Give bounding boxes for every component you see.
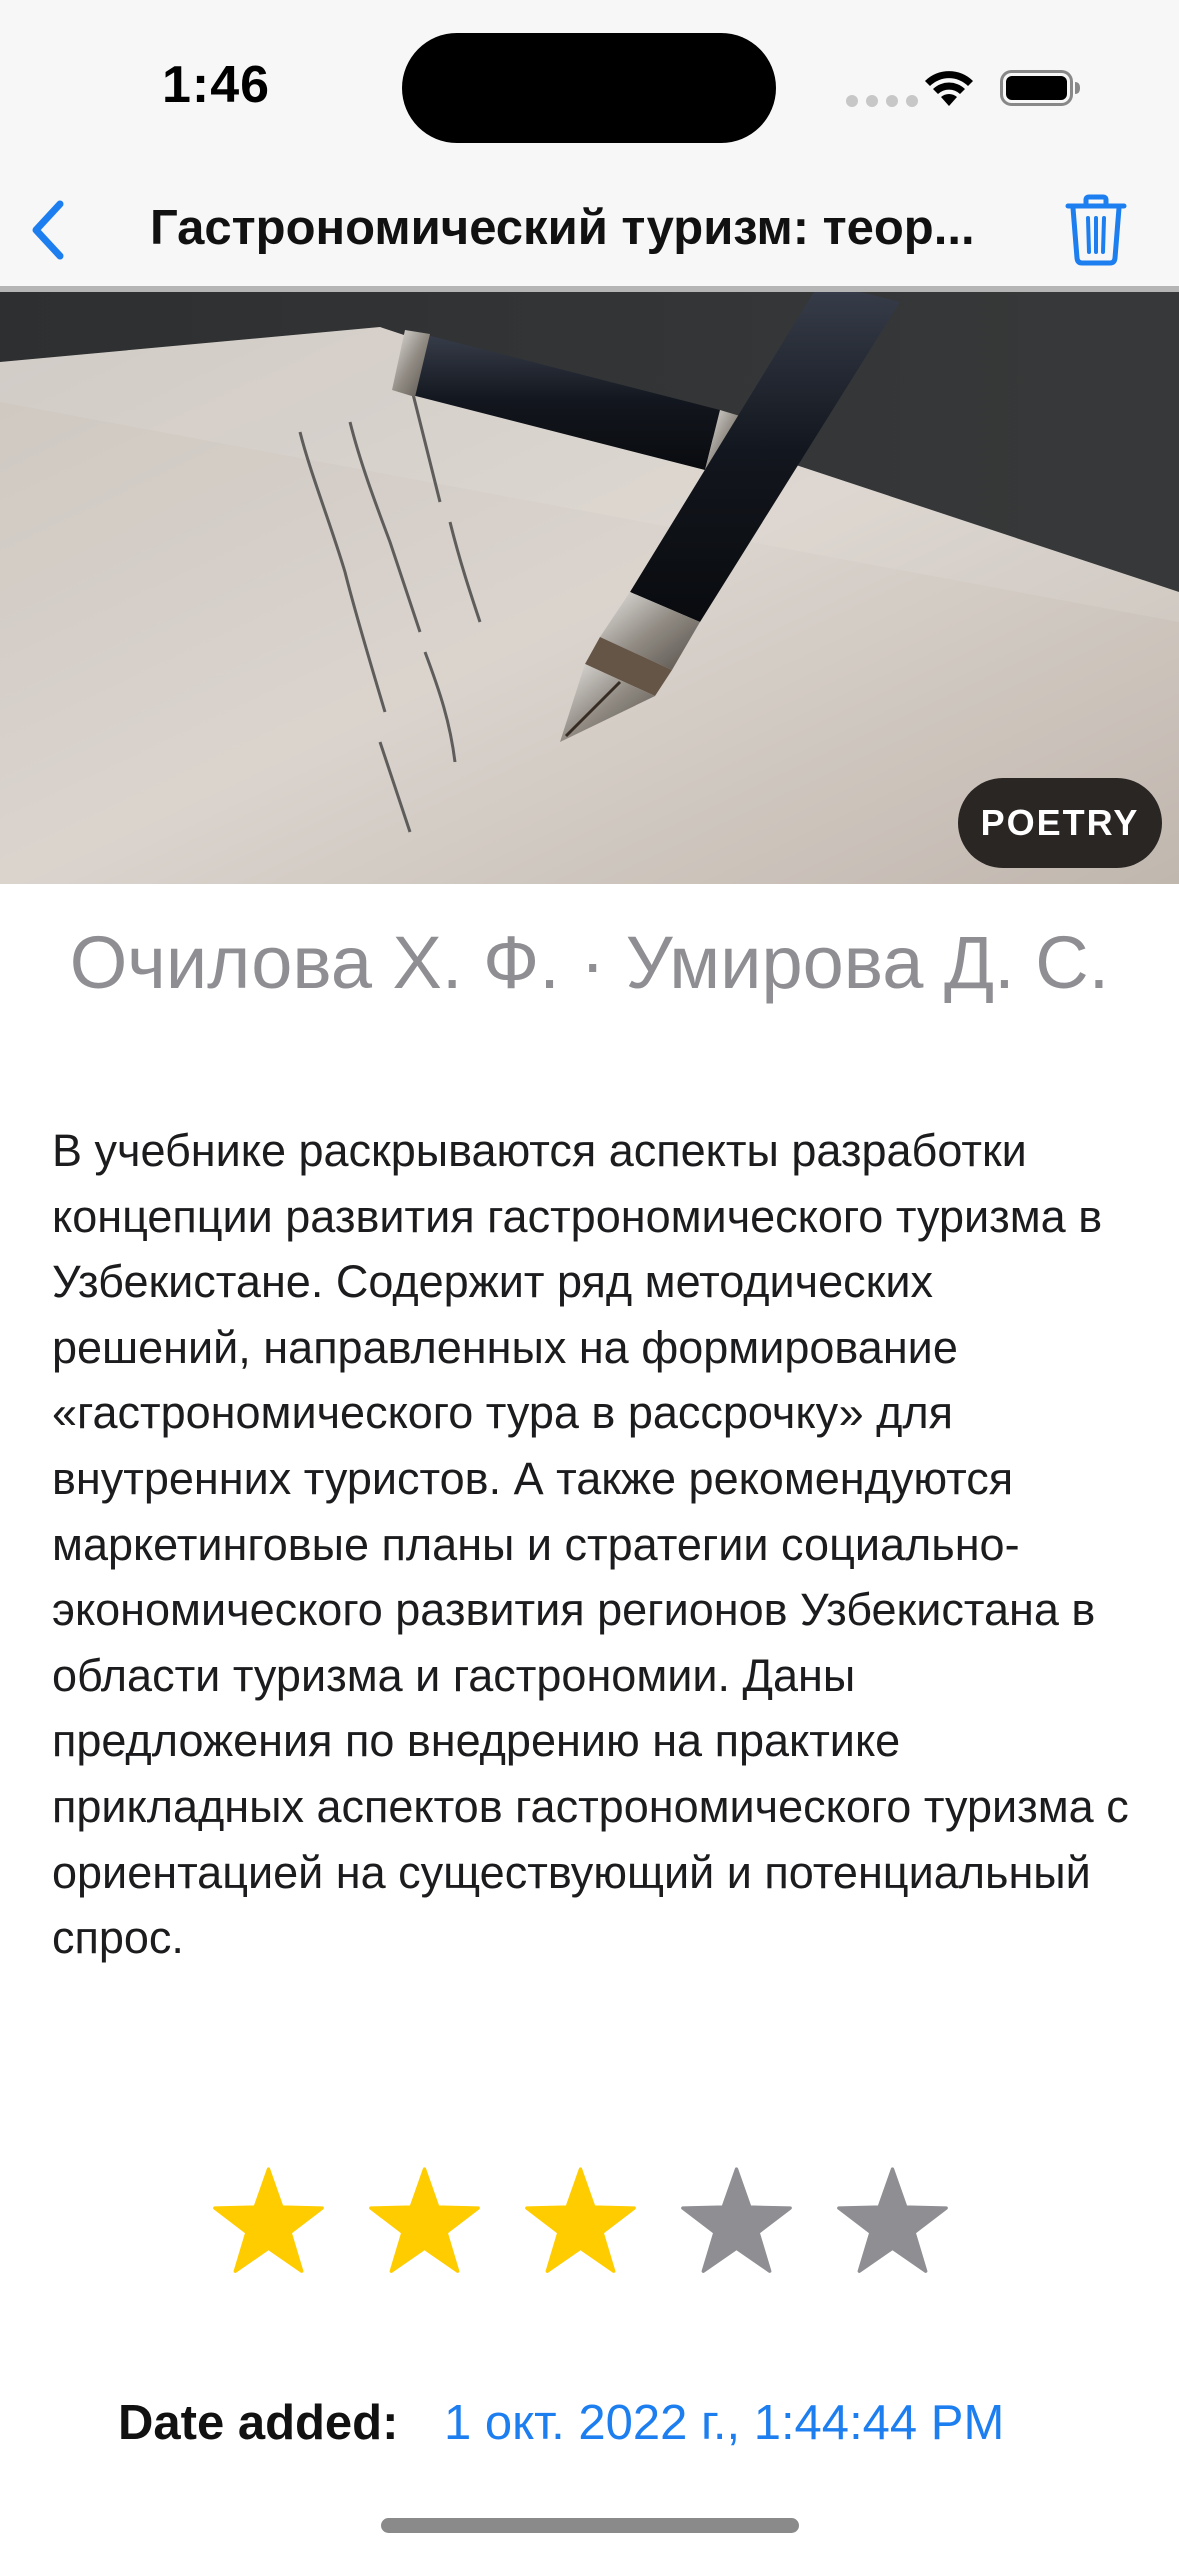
status-bar: 1:46 [0, 0, 1179, 170]
dynamic-island [402, 33, 776, 143]
category-badge: POETRY [958, 778, 1162, 868]
star-empty-icon[interactable] [680, 2165, 793, 2275]
page-title: Гастрономический туризм: теор... [150, 201, 975, 255]
date-added-value[interactable]: 1 окт. 2022 г., 1:44:44 PM [444, 2395, 1004, 2451]
battery-icon [1000, 70, 1080, 106]
star-empty-icon[interactable] [836, 2165, 949, 2275]
star-filled-icon[interactable] [212, 2165, 325, 2275]
home-indicator[interactable] [381, 2518, 799, 2533]
navigation-bar: Гастрономический туризм: теор... [0, 170, 1179, 288]
status-time: 1:46 [162, 56, 271, 114]
book-description: В учебнике раскрываются аспекты разработ… [52, 1125, 1129, 1964]
wifi-icon [925, 71, 973, 106]
delete-button[interactable] [1058, 190, 1134, 270]
date-added-label: Date added: [118, 2396, 399, 2450]
date-added-row: Date added: 1 окт. 2022 г., 1:44:44 PM [0, 2395, 1179, 2461]
back-button[interactable] [18, 192, 78, 268]
star-filled-icon[interactable] [524, 2165, 637, 2275]
rating-stars [212, 2165, 949, 2275]
star-filled-icon[interactable] [368, 2165, 481, 2275]
book-authors: Очилова Х. Ф. · Умирова Д. С. [69, 921, 1110, 1004]
chevron-left-icon [32, 200, 64, 260]
cellular-signal-icon [846, 95, 918, 107]
trash-icon [1065, 194, 1127, 266]
